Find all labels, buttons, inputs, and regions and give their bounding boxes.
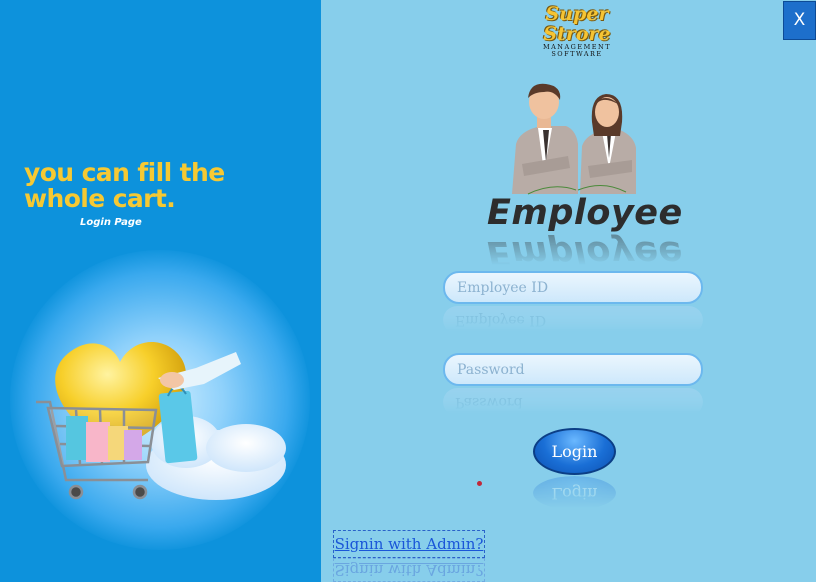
employees-illustration [512,83,636,195]
login-button[interactable]: Login [533,428,616,475]
logo-line4: SOFTWARE [551,50,603,58]
shopping-cart-illustration [36,341,286,500]
logo-line1: Super [545,3,609,25]
red-dot-marker [477,481,482,486]
tagline-line1: you can fill the [24,158,225,187]
employee-id-input[interactable] [443,271,703,304]
password-input[interactable] [443,353,703,386]
close-icon: X [793,10,806,30]
tagline-line2: whole cart. [24,184,176,213]
super-store-logo: Super Strore MANAGEMENT SOFTWARE [517,4,637,68]
female-employee-icon [580,94,636,194]
left-banner-panel: you can fill the whole cart. Login Page [0,0,321,582]
login-button-reflection: Login [533,476,616,510]
password-input-reflection: Password [443,388,703,416]
logo-line2: Strore [543,23,611,45]
signin-with-admin-link-reflection: Signin with Admin? [333,558,485,582]
close-button[interactable]: X [783,1,816,40]
signin-with-admin-link[interactable]: Signin with Admin? [333,530,485,558]
login-page-subtitle: Login Page [80,217,142,228]
male-employee-icon [512,83,578,194]
employee-heading: Employee [487,193,683,233]
tagline: you can fill the whole cart. [24,160,284,212]
employee-heading-reflection: Employee [487,233,683,273]
employee-id-input-reflection: Employee ID [443,306,703,334]
